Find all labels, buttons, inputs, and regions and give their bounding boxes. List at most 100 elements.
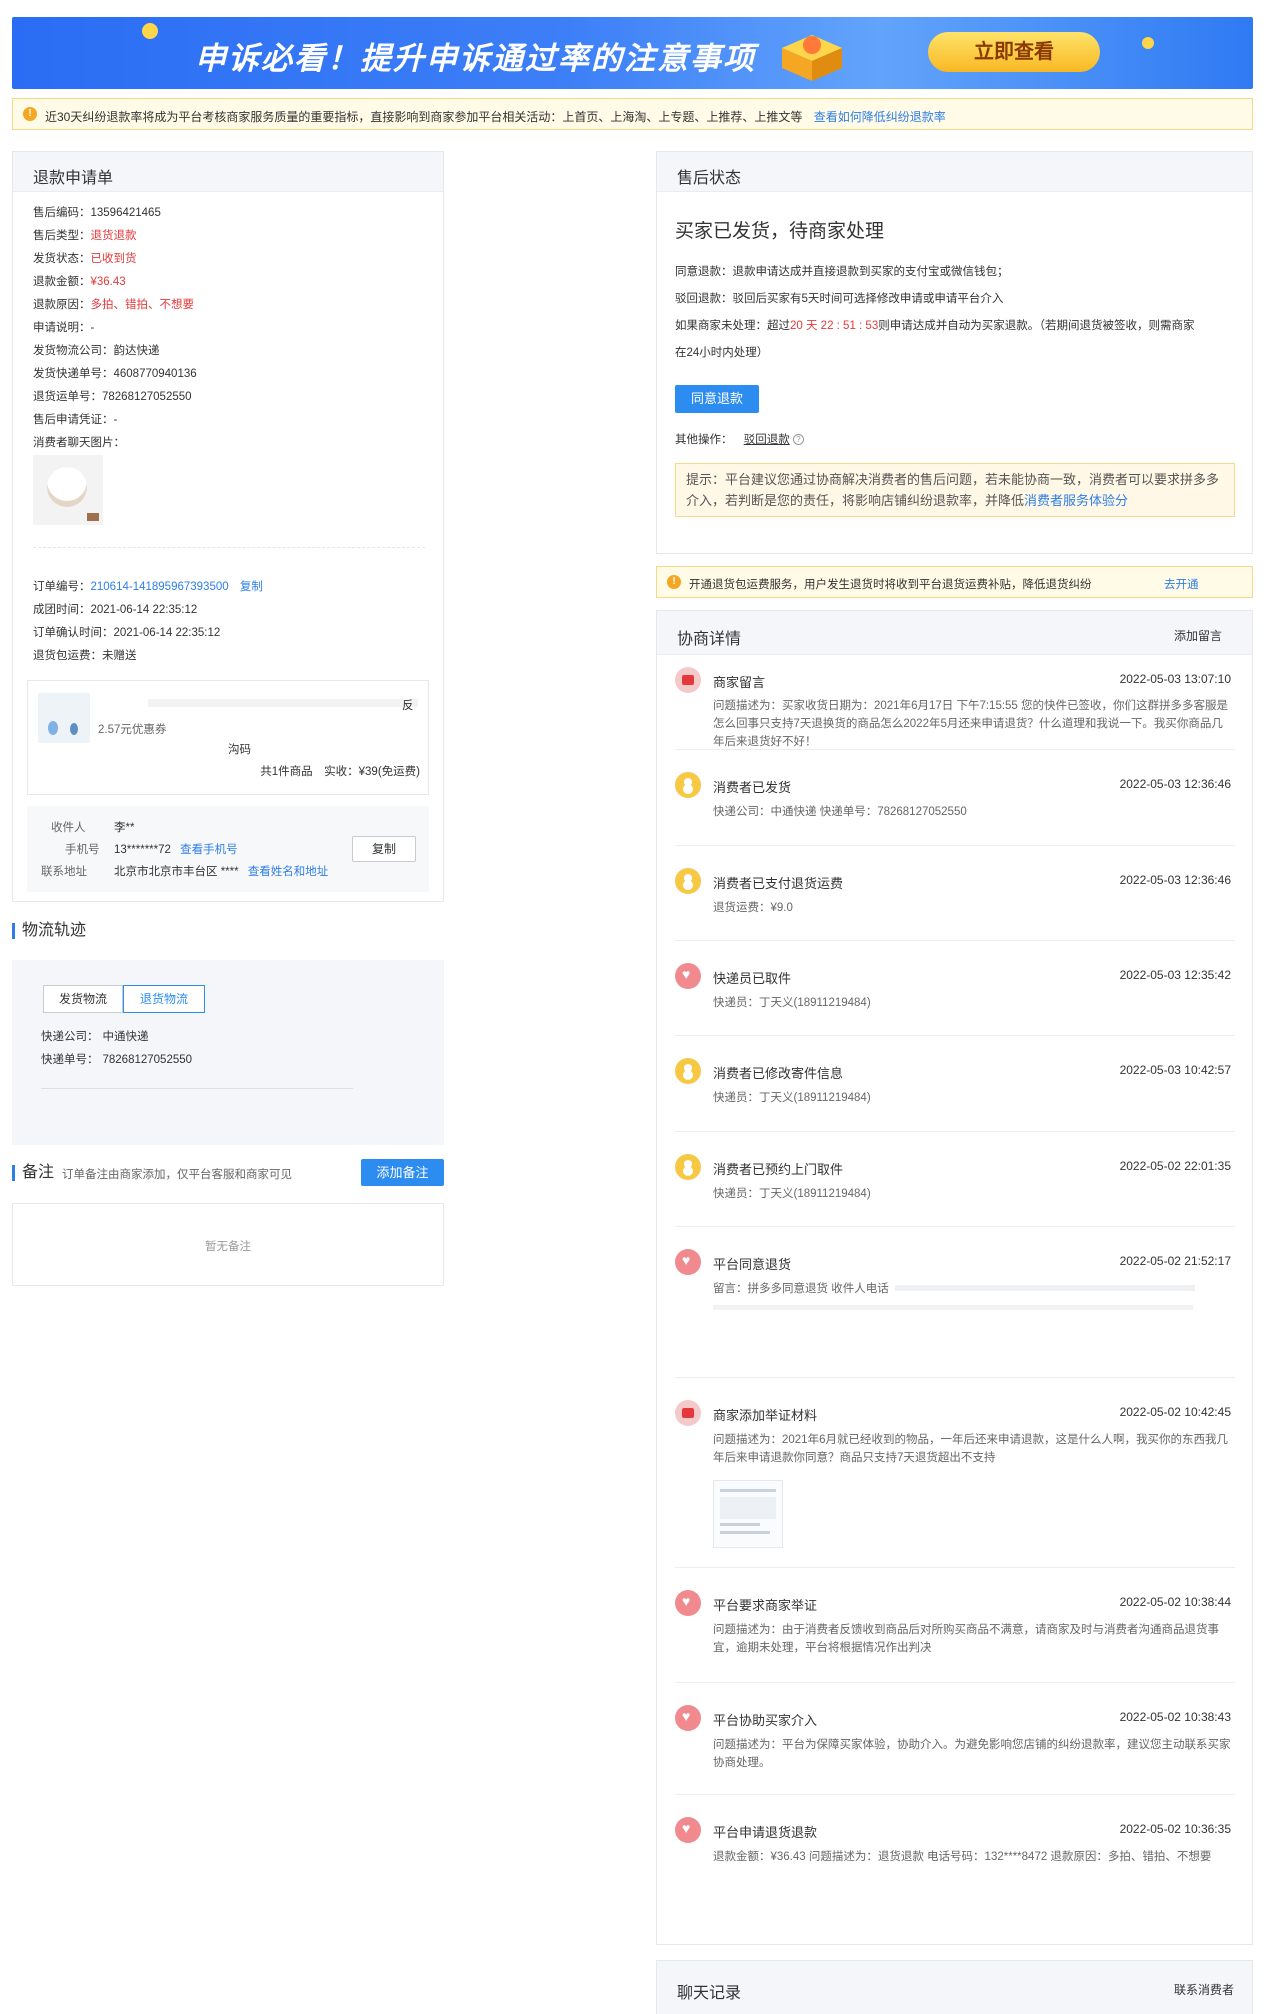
refund-row: 发货状态：已收到货 <box>33 250 137 266</box>
user-icon <box>675 1058 701 1084</box>
reduce-refund-rate-link[interactable]: 查看如何降低纠纷退款率 <box>814 110 946 124</box>
reject-explain: 驳回退款：驳回后买家有5天时间可选择修改申请或申请平台介入 <box>675 293 1004 305</box>
timeline-event: 平台要求商家举证 2022-05-02 10:38:44 问题描述为：由于消费者… <box>675 1568 1235 1683</box>
event-description: 退货运费：¥9.0 <box>713 902 793 914</box>
row-value: 未赠送 <box>102 650 137 662</box>
remark-section-title: 备注 <box>12 1165 54 1181</box>
evidence-image-thumbnail[interactable] <box>713 1480 783 1548</box>
refund-row: 售后类型：退货退款 <box>33 227 137 243</box>
agree-refund-button[interactable]: 同意退款 <box>675 385 759 413</box>
address-text: 北京市北京市丰台区 **** <box>114 866 239 878</box>
copy-order-link[interactable]: 复制 <box>240 581 263 593</box>
copy-address-button[interactable]: 复制 <box>352 836 416 862</box>
appeal-banner[interactable]: 申诉必看！提升申诉通过率的注意事项 立即查看 <box>12 17 1253 89</box>
courier-company-row: 快递公司： 中通快递 <box>41 1028 149 1044</box>
event-title: 快递员已取件 <box>713 971 792 986</box>
event-time: 2022-05-02 10:36:35 <box>1119 1822 1231 1836</box>
order-number-link[interactable]: 210614-141895967393500 <box>91 581 229 593</box>
status-card-title: 售后状态 <box>677 170 742 187</box>
heart-icon <box>675 1590 701 1616</box>
row-value: 韵达快递 <box>113 345 160 357</box>
row-value: 2021-06-14 22:35:12 <box>90 604 198 616</box>
heart-icon <box>675 1817 701 1843</box>
refund-row: 退款原因：多拍、错拍、不想要 <box>33 296 194 312</box>
warning-icon: ! <box>23 107 37 121</box>
view-now-button[interactable]: 立即查看 <box>928 32 1100 72</box>
reject-refund-link[interactable]: 驳回退款 <box>744 434 790 446</box>
refund-row: 售后申请凭证：- <box>33 411 117 427</box>
divider <box>41 1088 353 1089</box>
row-label: 快递单号： <box>41 1054 99 1066</box>
goods-thumbnail[interactable] <box>38 693 90 743</box>
address-card: 收件人 李** 手机号 13*******72 查看手机号 联系地址 北京市北京… <box>27 806 429 892</box>
event-description: 快递员：丁天义(18911219484) <box>713 1092 871 1104</box>
order-row: 订单编号：210614-141895967393500 复制 <box>33 578 263 594</box>
service-score-link[interactable]: 消费者服务体验分 <box>1024 493 1128 508</box>
row-value: 13596421465 <box>90 207 161 219</box>
event-time: 2022-05-03 13:07:10 <box>1119 672 1231 686</box>
negotiation-header: 协商详情 添加留言 <box>657 611 1252 655</box>
view-phone-link[interactable]: 查看手机号 <box>180 844 238 856</box>
refund-row: 申请说明：- <box>33 319 94 335</box>
goods-code-text: 沟码 <box>228 744 251 756</box>
row-label: 退款原因： <box>33 299 91 311</box>
event-description: 快递员：丁天义(18911219484) <box>713 1188 871 1200</box>
add-remark-button[interactable]: 添加备注 <box>361 1159 444 1186</box>
view-address-link[interactable]: 查看姓名和地址 <box>248 866 329 878</box>
order-row: 成团时间：2021-06-14 22:35:12 <box>33 601 197 617</box>
timeline-event: 平台同意退货 2022-05-02 21:52:17 留言：拼多多同意退货 收件… <box>675 1227 1235 1378</box>
redacted-text <box>895 1285 1195 1291</box>
negotiation-title: 协商详情 <box>677 631 742 648</box>
user-icon <box>675 1154 701 1180</box>
event-description: 退款金额：¥36.43 问题描述为：退货退款 电话号码：132****8472 … <box>713 1851 1212 1863</box>
banner-title: 申诉必看！提升申诉通过率的注意事项 <box>195 41 756 76</box>
auto-refund-explain: 如果商家未处理：超过20 天 22 : 51 : 53则申请达成并自动为买家退款… <box>675 317 1194 333</box>
row-value: ¥36.43 <box>90 276 126 288</box>
tab-shipping-logistics[interactable]: 发货物流 <box>43 985 123 1013</box>
event-time: 2022-05-02 22:01:35 <box>1119 1159 1231 1173</box>
auto-refund-prefix: 如果商家未处理：超过 <box>675 320 790 332</box>
add-message-link[interactable]: 添加留言 <box>1174 627 1222 644</box>
timeline-event: 消费者已修改寄件信息 2022-05-03 10:42:57 快递员：丁天义(1… <box>675 1036 1235 1132</box>
user-icon <box>675 772 701 798</box>
row-label: 订单编号： <box>33 581 91 593</box>
phone-label: 手机号 <box>65 844 100 856</box>
timeline-event: 消费者已预约上门取件 2022-05-02 22:01:35 快递员：丁天义(1… <box>675 1132 1235 1227</box>
row-label: 消费者聊天图片： <box>33 437 125 449</box>
tab-return-logistics[interactable]: 退货物流 <box>123 985 205 1013</box>
refund-row: 退货运单号：78268127052550 <box>33 388 192 404</box>
status-card-header: 售后状态 <box>657 152 1252 192</box>
dispute-notice-bar: ! 近30天纠纷退款率将成为平台考核商家服务质量的重要指标，直接影响到商家参加平… <box>12 98 1253 130</box>
event-time: 2022-05-03 12:36:46 <box>1119 873 1231 887</box>
coin-decoration <box>142 23 158 39</box>
event-time: 2022-05-02 21:52:17 <box>1119 1254 1231 1268</box>
order-row: 订单确认时间：2021-06-14 22:35:12 <box>33 624 220 640</box>
row-label: 退款金额： <box>33 276 91 288</box>
countdown-timer: 20 天 22 : 51 : 53 <box>790 320 879 332</box>
enable-freight-link[interactable]: 去开通 <box>1164 576 1199 592</box>
help-icon[interactable]: ? <box>792 434 804 446</box>
auto-refund-suffix: 则申请达成并自动为买家退款。（若期间退货被签收，则需商家 <box>878 320 1195 332</box>
address-value: 北京市北京市丰台区 **** 查看姓名和地址 <box>114 863 328 879</box>
divider <box>33 547 425 548</box>
event-time: 2022-05-03 10:42:57 <box>1119 1063 1231 1077</box>
contact-consumer-link[interactable]: 联系消费者 <box>1174 1981 1234 1998</box>
timeline-event: 平台协助买家介入 2022-05-02 10:38:43 问题描述为：平台为保障… <box>675 1683 1235 1795</box>
chat-record-header: 聊天记录 联系消费者 <box>657 1961 1252 2014</box>
tip-text: 提示：平台建议您通过协商解决消费者的售后问题，若未能协商一致，消费者可以要求拼多… <box>686 472 1220 508</box>
event-title: 消费者已支付退货运费 <box>713 876 844 891</box>
event-title: 消费者已发货 <box>713 780 792 795</box>
row-value: 退货退款 <box>90 230 137 242</box>
row-label: 申请说明： <box>33 322 91 334</box>
other-actions: 其他操作： 驳回退款 ? <box>675 431 804 447</box>
remark-box: 暂无备注 <box>12 1203 444 1286</box>
remark-empty-text: 暂无备注 <box>205 1241 251 1253</box>
chat-image-thumbnail[interactable] <box>33 455 103 525</box>
shop-icon <box>675 1400 701 1426</box>
timeline-event: 消费者已发货 2022-05-03 12:36:46 快递公司：中通快递 快递单… <box>675 750 1235 846</box>
timeline-event: 平台申请退货退款 2022-05-02 10:36:35 退款金额：¥36.43… <box>675 1795 1235 1915</box>
logistics-box: 发货物流 退货物流 快递公司： 中通快递 快递单号： 78268127052550 <box>12 960 444 1145</box>
logistics-section-title: 物流轨迹 <box>12 923 86 939</box>
event-title: 平台同意退货 <box>713 1257 792 1272</box>
event-description: 问题描述为：平台为保障买家体验，协助介入。为避免影响您店铺的纠纷退款率，建议您主… <box>713 1739 1231 1769</box>
